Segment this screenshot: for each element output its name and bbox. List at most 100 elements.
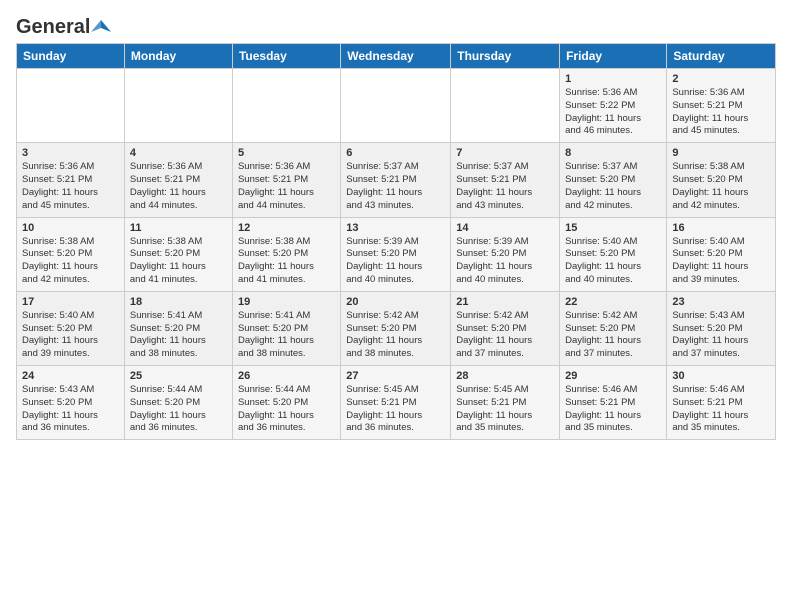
day-number: 1 bbox=[565, 73, 661, 85]
day-number: 13 bbox=[346, 222, 445, 234]
calendar-cell bbox=[451, 69, 560, 143]
day-number: 20 bbox=[346, 296, 445, 308]
calendar-cell: 7 Sunrise: 5:37 AM Sunset: 5:21 PM Daylig… bbox=[451, 143, 560, 217]
day-info: Sunrise: 5:38 AM Sunset: 5:20 PM Dayligh… bbox=[238, 236, 335, 287]
day-info: Sunrise: 5:41 AM Sunset: 5:20 PM Dayligh… bbox=[238, 310, 335, 361]
day-info: Sunrise: 5:43 AM Sunset: 5:20 PM Dayligh… bbox=[672, 310, 770, 361]
day-info: Sunrise: 5:36 AM Sunset: 5:21 PM Dayligh… bbox=[22, 161, 119, 212]
day-number: 21 bbox=[456, 296, 554, 308]
day-number: 8 bbox=[565, 147, 661, 159]
day-number: 5 bbox=[238, 147, 335, 159]
day-number: 18 bbox=[130, 296, 227, 308]
day-number: 17 bbox=[22, 296, 119, 308]
day-info: Sunrise: 5:36 AM Sunset: 5:21 PM Dayligh… bbox=[238, 161, 335, 212]
day-number: 29 bbox=[565, 370, 661, 382]
day-info: Sunrise: 5:37 AM Sunset: 5:20 PM Dayligh… bbox=[565, 161, 661, 212]
day-info: Sunrise: 5:40 AM Sunset: 5:20 PM Dayligh… bbox=[672, 236, 770, 287]
logo: General bbox=[16, 16, 111, 35]
logo-general: General bbox=[16, 16, 90, 39]
calendar-cell: 11 Sunrise: 5:38 AM Sunset: 5:20 PM Dayli… bbox=[124, 217, 232, 291]
day-number: 6 bbox=[346, 147, 445, 159]
day-number: 27 bbox=[346, 370, 445, 382]
calendar-cell: 29 Sunrise: 5:46 AM Sunset: 5:21 PM Dayli… bbox=[560, 366, 667, 440]
day-number: 10 bbox=[22, 222, 119, 234]
day-number: 26 bbox=[238, 370, 335, 382]
calendar-cell: 3 Sunrise: 5:36 AM Sunset: 5:21 PM Daylig… bbox=[17, 143, 125, 217]
day-of-week-header: Friday bbox=[560, 44, 667, 69]
day-number: 9 bbox=[672, 147, 770, 159]
day-info: Sunrise: 5:44 AM Sunset: 5:20 PM Dayligh… bbox=[238, 384, 335, 435]
calendar-cell: 10 Sunrise: 5:38 AM Sunset: 5:20 PM Dayli… bbox=[17, 217, 125, 291]
day-number: 30 bbox=[672, 370, 770, 382]
day-number: 4 bbox=[130, 147, 227, 159]
day-info: Sunrise: 5:37 AM Sunset: 5:21 PM Dayligh… bbox=[456, 161, 554, 212]
day-info: Sunrise: 5:38 AM Sunset: 5:20 PM Dayligh… bbox=[22, 236, 119, 287]
calendar-cell: 5 Sunrise: 5:36 AM Sunset: 5:21 PM Daylig… bbox=[232, 143, 340, 217]
day-number: 11 bbox=[130, 222, 227, 234]
calendar-cell: 18 Sunrise: 5:41 AM Sunset: 5:20 PM Dayli… bbox=[124, 291, 232, 365]
day-of-week-header: Monday bbox=[124, 44, 232, 69]
day-info: Sunrise: 5:42 AM Sunset: 5:20 PM Dayligh… bbox=[346, 310, 445, 361]
calendar-cell: 25 Sunrise: 5:44 AM Sunset: 5:20 PM Dayli… bbox=[124, 366, 232, 440]
calendar-cell: 23 Sunrise: 5:43 AM Sunset: 5:20 PM Dayli… bbox=[667, 291, 776, 365]
day-info: Sunrise: 5:45 AM Sunset: 5:21 PM Dayligh… bbox=[456, 384, 554, 435]
day-number: 24 bbox=[22, 370, 119, 382]
day-info: Sunrise: 5:38 AM Sunset: 5:20 PM Dayligh… bbox=[130, 236, 227, 287]
day-info: Sunrise: 5:40 AM Sunset: 5:20 PM Dayligh… bbox=[565, 236, 661, 287]
calendar-table: SundayMondayTuesdayWednesdayThursdayFrid… bbox=[16, 43, 776, 440]
day-info: Sunrise: 5:39 AM Sunset: 5:20 PM Dayligh… bbox=[346, 236, 445, 287]
day-number: 16 bbox=[672, 222, 770, 234]
logo-bird-icon bbox=[91, 18, 111, 38]
day-info: Sunrise: 5:39 AM Sunset: 5:20 PM Dayligh… bbox=[456, 236, 554, 287]
day-of-week-header: Tuesday bbox=[232, 44, 340, 69]
day-info: Sunrise: 5:36 AM Sunset: 5:22 PM Dayligh… bbox=[565, 87, 661, 138]
day-info: Sunrise: 5:38 AM Sunset: 5:20 PM Dayligh… bbox=[672, 161, 770, 212]
day-number: 28 bbox=[456, 370, 554, 382]
day-number: 25 bbox=[130, 370, 227, 382]
calendar-cell: 17 Sunrise: 5:40 AM Sunset: 5:20 PM Dayli… bbox=[17, 291, 125, 365]
day-info: Sunrise: 5:42 AM Sunset: 5:20 PM Dayligh… bbox=[456, 310, 554, 361]
calendar-cell: 24 Sunrise: 5:43 AM Sunset: 5:20 PM Dayli… bbox=[17, 366, 125, 440]
day-info: Sunrise: 5:46 AM Sunset: 5:21 PM Dayligh… bbox=[672, 384, 770, 435]
page-header: General bbox=[16, 16, 776, 35]
day-of-week-header: Saturday bbox=[667, 44, 776, 69]
day-info: Sunrise: 5:40 AM Sunset: 5:20 PM Dayligh… bbox=[22, 310, 119, 361]
calendar-cell bbox=[17, 69, 125, 143]
day-info: Sunrise: 5:45 AM Sunset: 5:21 PM Dayligh… bbox=[346, 384, 445, 435]
calendar-cell bbox=[341, 69, 451, 143]
day-info: Sunrise: 5:36 AM Sunset: 5:21 PM Dayligh… bbox=[672, 87, 770, 138]
calendar-cell: 14Sunrise: 5:39 AM Sunset: 5:20 PM Dayli… bbox=[451, 217, 560, 291]
day-number: 3 bbox=[22, 147, 119, 159]
calendar-cell: 22Sunrise: 5:42 AM Sunset: 5:20 PM Dayli… bbox=[560, 291, 667, 365]
day-info: Sunrise: 5:36 AM Sunset: 5:21 PM Dayligh… bbox=[130, 161, 227, 212]
calendar-cell: 6 Sunrise: 5:37 AM Sunset: 5:21 PM Daylig… bbox=[341, 143, 451, 217]
calendar-cell: 19 Sunrise: 5:41 AM Sunset: 5:20 PM Dayli… bbox=[232, 291, 340, 365]
calendar-cell: 26 Sunrise: 5:44 AM Sunset: 5:20 PM Dayli… bbox=[232, 366, 340, 440]
day-number: 23 bbox=[672, 296, 770, 308]
day-info: Sunrise: 5:46 AM Sunset: 5:21 PM Dayligh… bbox=[565, 384, 661, 435]
calendar-cell: 15Sunrise: 5:40 AM Sunset: 5:20 PM Dayli… bbox=[560, 217, 667, 291]
calendar-cell: 2Sunrise: 5:36 AM Sunset: 5:21 PM Daylig… bbox=[667, 69, 776, 143]
day-number: 12 bbox=[238, 222, 335, 234]
calendar-cell: 27 Sunrise: 5:45 AM Sunset: 5:21 PM Dayli… bbox=[341, 366, 451, 440]
calendar-cell: 12 Sunrise: 5:38 AM Sunset: 5:20 PM Dayli… bbox=[232, 217, 340, 291]
calendar-cell: 1 Sunrise: 5:36 AM Sunset: 5:22 PM Daylig… bbox=[560, 69, 667, 143]
day-number: 19 bbox=[238, 296, 335, 308]
calendar-cell: 9 Sunrise: 5:38 AM Sunset: 5:20 PM Daylig… bbox=[667, 143, 776, 217]
calendar-cell bbox=[232, 69, 340, 143]
calendar-cell: 30 Sunrise: 5:46 AM Sunset: 5:21 PM Dayli… bbox=[667, 366, 776, 440]
day-info: Sunrise: 5:37 AM Sunset: 5:21 PM Dayligh… bbox=[346, 161, 445, 212]
day-info: Sunrise: 5:41 AM Sunset: 5:20 PM Dayligh… bbox=[130, 310, 227, 361]
day-of-week-header: Thursday bbox=[451, 44, 560, 69]
calendar-cell: 28 Sunrise: 5:45 AM Sunset: 5:21 PM Dayli… bbox=[451, 366, 560, 440]
day-number: 7 bbox=[456, 147, 554, 159]
calendar-cell: 13 Sunrise: 5:39 AM Sunset: 5:20 PM Dayli… bbox=[341, 217, 451, 291]
day-info: Sunrise: 5:43 AM Sunset: 5:20 PM Dayligh… bbox=[22, 384, 119, 435]
calendar-cell: 20 Sunrise: 5:42 AM Sunset: 5:20 PM Dayli… bbox=[341, 291, 451, 365]
calendar-cell bbox=[124, 69, 232, 143]
day-info: Sunrise: 5:42 AM Sunset: 5:20 PM Dayligh… bbox=[565, 310, 661, 361]
day-of-week-header: Wednesday bbox=[341, 44, 451, 69]
calendar-cell: 16 Sunrise: 5:40 AM Sunset: 5:20 PM Dayli… bbox=[667, 217, 776, 291]
day-of-week-header: Sunday bbox=[17, 44, 125, 69]
day-info: Sunrise: 5:44 AM Sunset: 5:20 PM Dayligh… bbox=[130, 384, 227, 435]
